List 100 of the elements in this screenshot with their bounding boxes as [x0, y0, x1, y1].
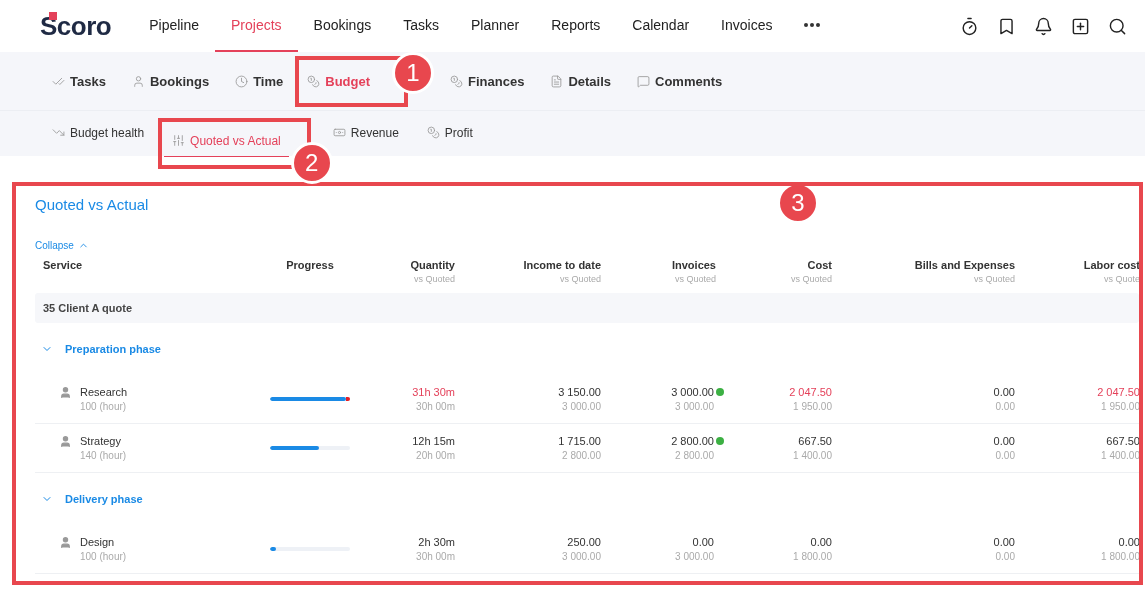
bell-icon[interactable] [1034, 16, 1053, 36]
quoted-value: 3 000.00 [675, 401, 714, 412]
panel-title: Quoted vs Actual [35, 196, 149, 213]
quoted-value: 3 000.00 [675, 551, 714, 562]
quoted-value: 2 800.00 [562, 450, 601, 461]
coins-icon [450, 74, 464, 88]
tab[interactable]: Bookings [123, 67, 218, 95]
logo: Scoro [40, 9, 112, 43]
step-number-badge: 3 [777, 186, 819, 224]
add-icon[interactable] [1071, 16, 1090, 36]
tab[interactable]: Budget [299, 67, 379, 95]
quoted-value: 30h 00m [416, 401, 455, 412]
column-header: Labor cost [1083, 259, 1139, 271]
subtab[interactable]: Profit [418, 117, 481, 149]
actual-value: 0.00 [993, 536, 1015, 548]
quoted-value: 3 000.00 [562, 401, 601, 412]
actual-value: 1 715.00 [558, 435, 601, 447]
column-header: Invoices [671, 259, 716, 271]
column-subheader: vs Quoted [973, 274, 1015, 284]
nav-link[interactable]: Reports [535, 0, 617, 52]
quoted-value: 20h 00m [416, 450, 455, 461]
person-icon [59, 536, 72, 549]
column-subheader: vs Quote [1103, 274, 1139, 284]
actual-value: 31h 30m [412, 386, 455, 398]
actual-value: 2 800.00 [671, 435, 714, 447]
column-header: Service [43, 259, 83, 271]
document-icon [550, 74, 564, 88]
actual-value: 0.00 [993, 435, 1015, 447]
step-number-badge: 1 [392, 51, 435, 94]
nav-link[interactable]: Planner [455, 0, 536, 52]
search-icon[interactable] [1108, 16, 1127, 36]
phase-header[interactable]: Delivery phase [35, 473, 1139, 525]
actual-value: 3 000.00 [671, 386, 714, 398]
nav-link[interactable]: Invoices [705, 0, 789, 52]
comment-icon [637, 74, 651, 88]
quoted-value: 2 800.00 [675, 450, 714, 461]
quote-row: 35 Client A quote [35, 293, 1139, 323]
subtab[interactable]: Quoted vs Actual [164, 125, 289, 157]
column-subheader: vs Quoted [559, 274, 601, 284]
subtab[interactable]: Budget health [44, 117, 153, 149]
column-subheader: vs Quoted [790, 274, 832, 284]
quoted-value: 0.00 [995, 551, 1015, 562]
actual-value: 12h 15m [412, 435, 455, 447]
quoted-value: 30h 00m [416, 551, 455, 562]
coins-icon [426, 126, 440, 139]
column-header: Progress [286, 259, 334, 271]
actual-value: 3 150.00 [558, 386, 601, 398]
quoted-value: 1 400.00 [1101, 450, 1139, 461]
banknote-icon [332, 126, 346, 139]
clock-icon [235, 74, 249, 88]
stopwatch-icon[interactable] [960, 16, 979, 36]
column-header: Cost [807, 259, 832, 271]
nav-link[interactable]: Bookings [297, 0, 388, 52]
person-icon [59, 435, 72, 448]
actual-value: 0.00 [692, 536, 714, 548]
actual-value: 667.50 [1106, 435, 1139, 447]
service-unit: 100 (hour) [80, 551, 127, 562]
person-icon [59, 386, 72, 399]
collapse-link[interactable]: Collapse [35, 240, 89, 251]
column-header: Income to date [523, 259, 601, 271]
service-name: Strategy [80, 435, 122, 447]
column-header: Bills and Expenses [914, 259, 1015, 271]
actual-value: 0.00 [1118, 536, 1139, 548]
service-unit: 140 (hour) [80, 450, 127, 461]
nav-link[interactable]: Pipeline [133, 0, 215, 52]
status-dot [716, 437, 724, 445]
tab[interactable]: Tasks [44, 67, 114, 95]
bookmark-icon[interactable] [997, 16, 1016, 36]
service-unit: 100 (hour) [80, 401, 128, 412]
coins-icon [307, 74, 321, 88]
nav-link[interactable]: Calendar [616, 0, 706, 52]
tab[interactable]: Comments [629, 67, 731, 95]
quoted-value: 1 950.00 [1101, 401, 1139, 412]
quoted-value: 3 000.00 [562, 551, 601, 562]
step-number-badge: 2 [290, 141, 333, 184]
column-subheader: vs Quoted [413, 274, 455, 284]
tab[interactable]: Time [227, 67, 292, 95]
column-subheader: vs Quoted [674, 274, 716, 284]
quoted-value: 0.00 [995, 450, 1015, 461]
service-name: Design [80, 536, 116, 548]
column-header: Quantity [410, 259, 455, 271]
actual-value: 250.00 [567, 536, 601, 548]
actual-value: 667.50 [798, 435, 832, 447]
overrun-mark [346, 397, 350, 401]
status-dot [716, 388, 724, 396]
quoted-value: 1 950.00 [793, 401, 832, 412]
quoted-value: 1 800.00 [1101, 551, 1139, 562]
actual-value: 2 047.50 [1097, 386, 1139, 398]
actual-value: 2h 30m [418, 536, 455, 548]
actual-value: 0.00 [810, 536, 832, 548]
trend-icon [52, 126, 65, 139]
tab[interactable]: Finances [442, 67, 533, 95]
more-icon [804, 23, 821, 27]
nav-link[interactable]: Tasks [387, 0, 455, 52]
actual-value: 2 047.50 [789, 386, 832, 398]
phase-header[interactable]: Preparation phase [35, 323, 1139, 375]
tab[interactable]: Details [542, 67, 620, 95]
actual-value: 0.00 [993, 386, 1015, 398]
quoted-value: 0.00 [995, 401, 1015, 412]
service-name: Research [80, 386, 128, 398]
